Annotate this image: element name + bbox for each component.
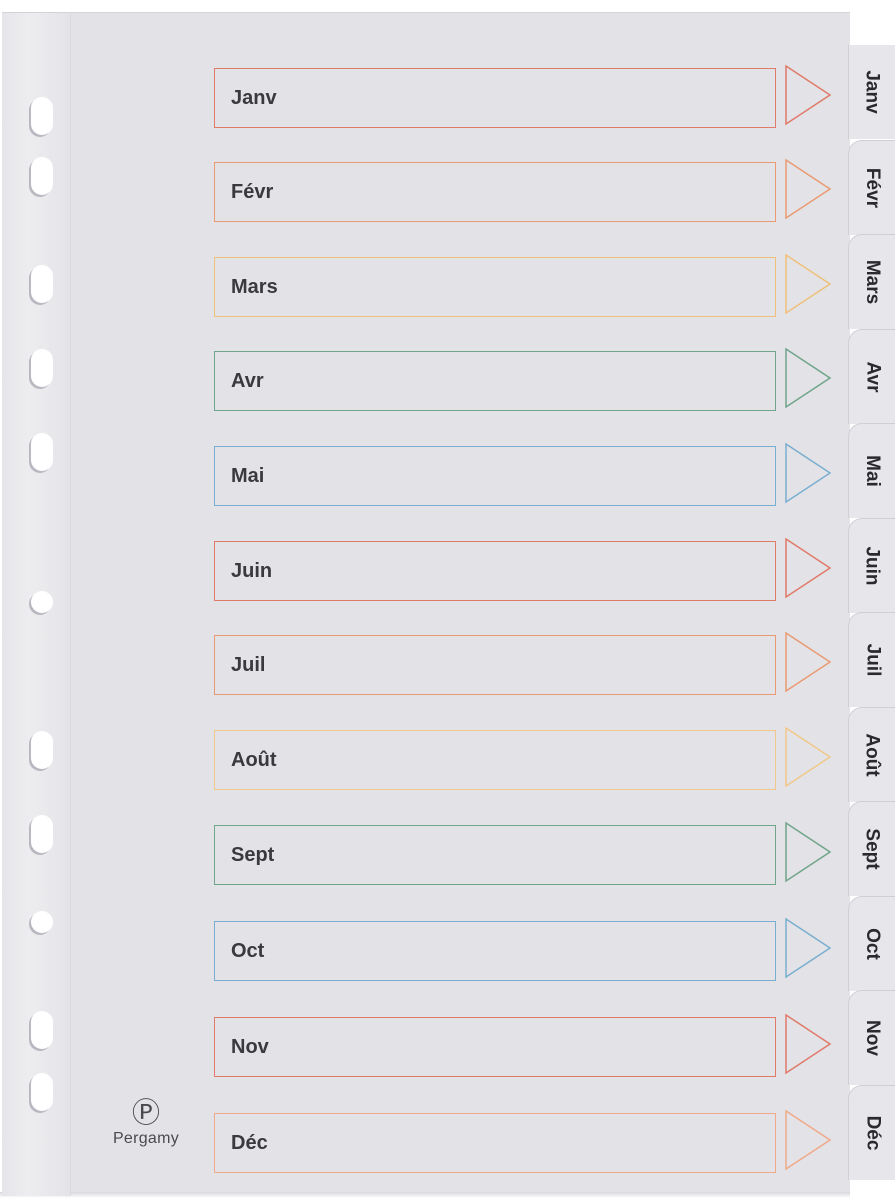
label-box: Août: [214, 730, 776, 790]
row-label: Juil: [231, 653, 266, 676]
tab-label: Déc: [861, 1115, 883, 1150]
tab-5[interactable]: Mai: [848, 423, 895, 518]
brand-logo: Ⓟ Pergamy: [100, 1098, 192, 1160]
index-row: Déc: [214, 1109, 842, 1175]
row-label: Mars: [231, 275, 278, 298]
index-row: Mars: [214, 253, 842, 319]
tab-12[interactable]: Déc: [848, 1084, 895, 1180]
tab-4[interactable]: Avr: [848, 328, 895, 424]
row-label: Juin: [231, 559, 273, 582]
tab-7[interactable]: Juil: [848, 612, 895, 707]
arrow-right-icon: [785, 631, 832, 693]
arrow-right-icon: [785, 64, 832, 126]
arrow-right-icon: [785, 158, 832, 220]
tab-2[interactable]: Févr: [848, 139, 895, 235]
label-box: Juil: [214, 635, 776, 695]
arrow-right-icon: [785, 347, 832, 409]
label-box: Avr: [214, 351, 776, 411]
punch-hole: [31, 265, 53, 303]
brand-name: Pergamy: [112, 1130, 180, 1147]
arrow-right-icon: [785, 1013, 832, 1075]
arrow-right-icon: [785, 821, 832, 883]
tab-10[interactable]: Oct: [848, 895, 895, 991]
row-label: Nov: [231, 1035, 269, 1058]
tab-3[interactable]: Mars: [848, 234, 895, 329]
label-box: Mars: [214, 257, 776, 317]
punch-hole: [31, 349, 53, 387]
punch-hole: [31, 97, 53, 135]
arrow-right-icon: [785, 1109, 832, 1171]
row-label: Janv: [231, 86, 277, 109]
row-label: Oct: [231, 939, 265, 962]
punch-hole: [31, 731, 53, 769]
sheet-shadow: [0, 1192, 850, 1198]
tab-label: Mai: [862, 455, 883, 487]
index-row: Sept: [214, 821, 842, 887]
punch-hole: [31, 815, 53, 853]
brand-mark-icon: Ⓟ: [131, 1096, 160, 1129]
label-box: Févr: [214, 162, 776, 222]
tab-label: Févr: [861, 167, 883, 208]
index-row: Févr: [214, 158, 842, 224]
index-row: Nov: [214, 1013, 842, 1079]
tab-1[interactable]: Janv: [848, 45, 895, 139]
tab-9[interactable]: Sept: [848, 801, 895, 896]
label-box: Mai: [214, 446, 776, 506]
tab-label: Avr: [861, 361, 883, 392]
row-label: Déc: [231, 1131, 268, 1154]
tab-6[interactable]: Juin: [848, 517, 895, 613]
arrow-right-icon: [785, 726, 832, 788]
tab-label: Nov: [862, 1020, 883, 1056]
arrow-right-icon: [785, 253, 832, 315]
index-row: Avr: [214, 347, 842, 413]
tab-label: Août: [861, 732, 883, 777]
punch-hole: [31, 911, 53, 933]
index-row: Août: [214, 726, 842, 792]
arrow-right-icon: [785, 537, 832, 599]
arrow-right-icon: [785, 442, 832, 504]
punch-hole: [31, 591, 53, 613]
label-box: Nov: [214, 1017, 776, 1077]
label-box: Déc: [214, 1113, 776, 1173]
row-label: Avr: [231, 369, 264, 392]
row-label: Mai: [231, 464, 265, 487]
punch-hole: [31, 433, 53, 471]
punch-hole: [31, 1011, 53, 1049]
index-row: Oct: [214, 917, 842, 983]
punch-hole: [31, 157, 53, 195]
index-row: Janv: [214, 64, 842, 130]
tab-label: Juin: [862, 545, 883, 586]
row-label: Févr: [231, 180, 274, 203]
index-row: Mai: [214, 442, 842, 508]
tab-label: Oct: [862, 927, 883, 960]
index-row: Juil: [214, 631, 842, 697]
tab-label: Mars: [861, 259, 883, 305]
row-label: Août: [231, 748, 277, 771]
tab-label: Janv: [862, 70, 883, 114]
reinforced-punch-strip: [2, 13, 71, 1196]
row-label: Sept: [231, 843, 275, 866]
tab-label: Juil: [861, 643, 883, 677]
label-box: Sept: [214, 825, 776, 885]
punch-hole: [31, 1073, 53, 1111]
tab-label: Sept: [862, 828, 883, 870]
tab-8[interactable]: Août: [848, 706, 895, 802]
side-tabs: Janv Févr Mars Avr Mai Juin Juil Août Sept Oct Nov…: [848, 45, 896, 1180]
label-box: Oct: [214, 921, 776, 981]
arrow-right-icon: [785, 917, 832, 979]
index-row: Juin: [214, 537, 842, 603]
label-box: Juin: [214, 541, 776, 601]
tab-11[interactable]: Nov: [848, 990, 895, 1085]
label-box: Janv: [214, 68, 776, 128]
